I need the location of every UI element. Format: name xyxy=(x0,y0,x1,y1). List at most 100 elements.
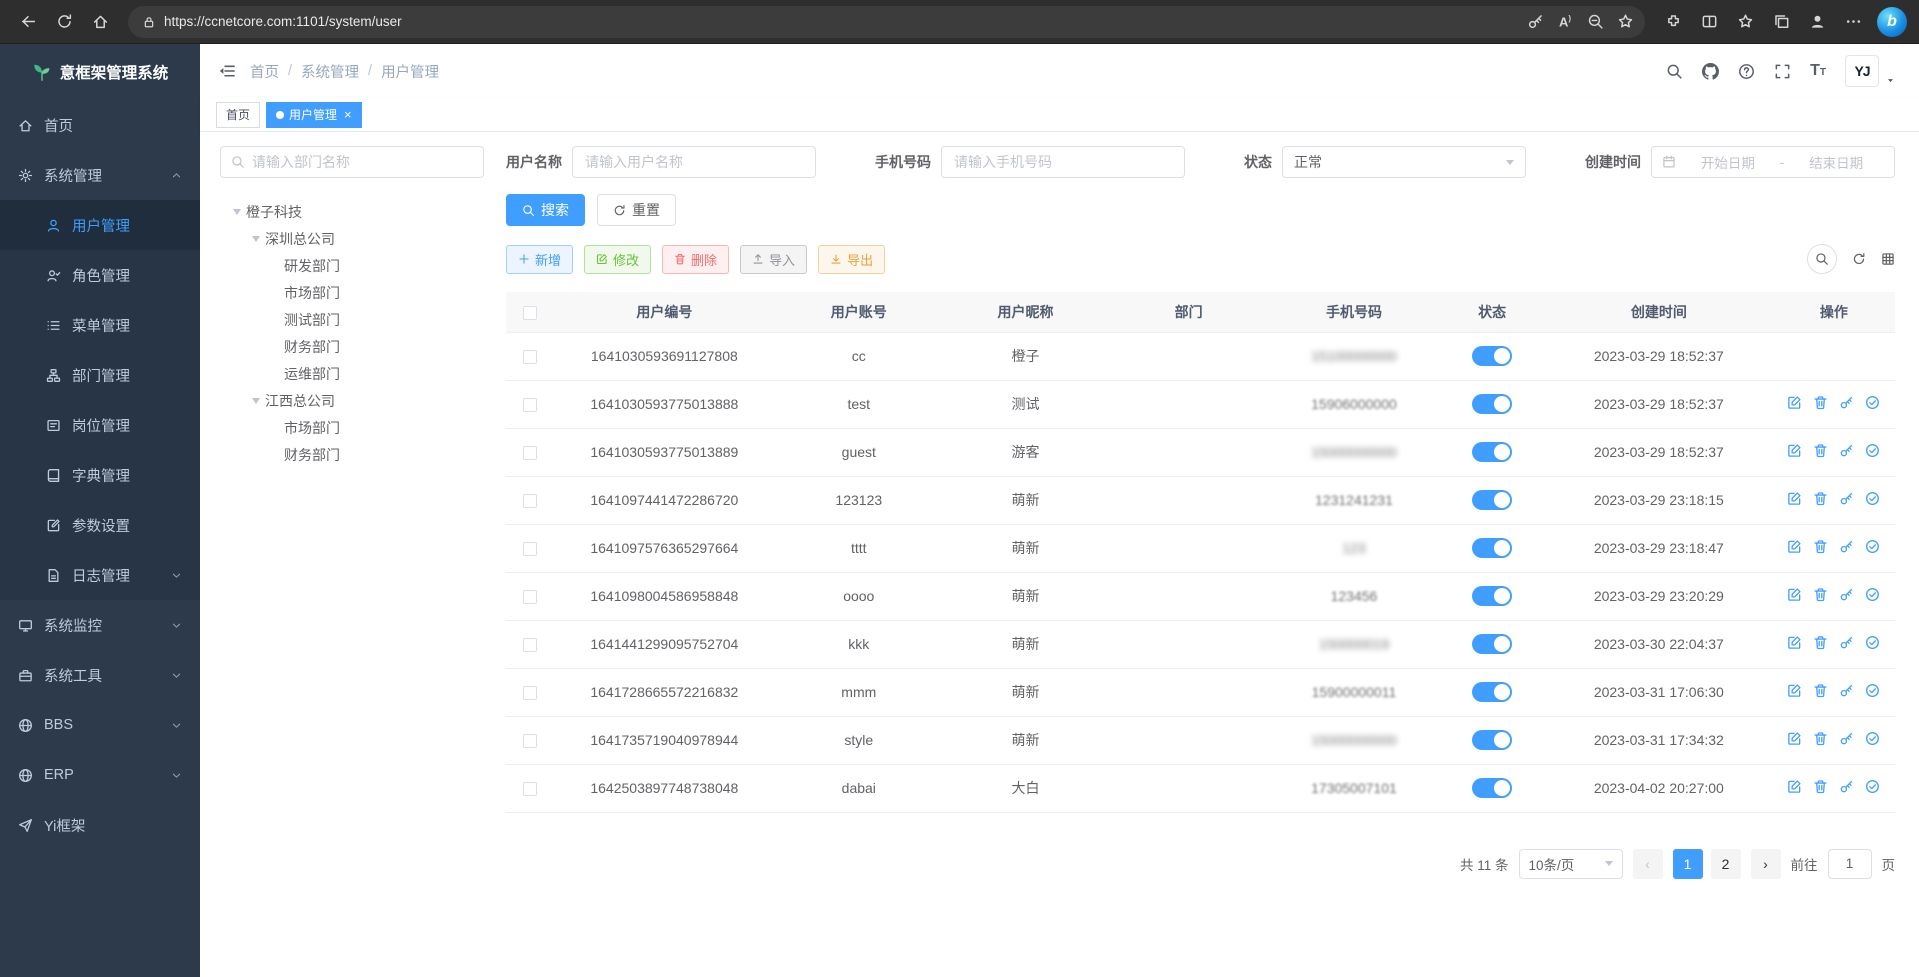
phone-input[interactable] xyxy=(941,146,1185,178)
reset-password-icon[interactable] xyxy=(1839,587,1854,602)
table-row[interactable]: 1641098004586958848 oooo 萌新 123456 2023-… xyxy=(506,572,1895,620)
sidebar-item[interactable]: 系统工具 xyxy=(0,650,200,700)
row-checkbox[interactable] xyxy=(523,446,537,460)
row-checkbox[interactable] xyxy=(523,350,537,364)
reset-password-icon[interactable] xyxy=(1839,491,1854,506)
refresh-icon[interactable] xyxy=(48,6,80,38)
reset-password-icon[interactable] xyxy=(1839,395,1854,410)
row-checkbox[interactable] xyxy=(523,398,537,412)
dept-search-input[interactable] xyxy=(252,154,473,170)
status-select[interactable]: 正常 xyxy=(1282,146,1526,178)
search-icon[interactable] xyxy=(1666,63,1683,80)
delete-icon[interactable] xyxy=(1813,731,1828,746)
sidebar-item[interactable]: 首页 xyxy=(0,100,200,150)
split-screen-icon[interactable] xyxy=(1693,6,1725,38)
reset-password-icon[interactable] xyxy=(1839,443,1854,458)
sidebar-item[interactable]: 菜单管理 xyxy=(0,300,200,350)
assign-role-icon[interactable] xyxy=(1865,683,1880,698)
delete-icon[interactable] xyxy=(1813,779,1828,794)
breadcrumb-item[interactable]: 首页 / xyxy=(250,61,301,82)
page-number-button[interactable]: 1 xyxy=(1673,849,1703,879)
assign-role-icon[interactable] xyxy=(1865,443,1880,458)
reset-password-icon[interactable] xyxy=(1839,635,1854,650)
sidebar-item[interactable]: 参数设置 xyxy=(0,500,200,550)
tree-node[interactable]: 江西总公司 xyxy=(220,387,484,414)
help-icon[interactable] xyxy=(1738,63,1755,80)
toggle-search-button[interactable] xyxy=(1807,244,1837,274)
table-row[interactable]: 1641735719040978944 style 萌新 15000000000… xyxy=(506,716,1895,764)
table-row[interactable]: 1641097441472286720 123123 萌新 1231241231… xyxy=(506,476,1895,524)
assign-role-icon[interactable] xyxy=(1865,491,1880,506)
tree-node[interactable]: 市场部门 xyxy=(220,414,484,441)
delete-icon[interactable] xyxy=(1813,587,1828,602)
tree-node[interactable]: 橙子科技 xyxy=(220,198,484,225)
tab[interactable]: 用户管理 × xyxy=(266,102,362,128)
tree-node[interactable]: 运维部门 xyxy=(220,360,484,387)
reset-password-icon[interactable] xyxy=(1839,731,1854,746)
password-icon[interactable] xyxy=(1521,8,1549,36)
table-row[interactable]: 1641030593775013889 guest 游客 15000000000… xyxy=(506,428,1895,476)
collections-icon[interactable] xyxy=(1765,6,1797,38)
sidebar-item[interactable]: 岗位管理 xyxy=(0,400,200,450)
tab-close-icon[interactable]: × xyxy=(344,108,352,121)
row-checkbox[interactable] xyxy=(523,542,537,556)
font-size-icon[interactable]: TT xyxy=(1810,63,1826,79)
table-row[interactable]: 1642503897748738048 dabai 大白 17305007101… xyxy=(506,764,1895,812)
sidebar-item[interactable]: 字典管理 xyxy=(0,450,200,500)
tab[interactable]: 首页 xyxy=(216,102,260,128)
status-toggle[interactable] xyxy=(1472,730,1512,750)
row-checkbox[interactable] xyxy=(523,638,537,652)
breadcrumb-item[interactable]: 系统管理 / xyxy=(301,61,381,82)
extensions-icon[interactable] xyxy=(1657,6,1689,38)
row-checkbox[interactable] xyxy=(523,782,537,796)
page-size-select[interactable]: 10条/页 xyxy=(1519,849,1623,879)
select-all-checkbox[interactable] xyxy=(523,306,537,320)
edit-icon[interactable] xyxy=(1787,635,1802,650)
edit-icon[interactable] xyxy=(1787,395,1802,410)
address-bar[interactable]: https://ccnetcore.com:1101/system/user A… xyxy=(128,6,1645,38)
edit-icon[interactable] xyxy=(1787,731,1802,746)
sidebar-item[interactable]: 日志管理 xyxy=(0,550,200,600)
tree-node[interactable]: 研发部门 xyxy=(220,252,484,279)
sidebar-item[interactable]: 部门管理 xyxy=(0,350,200,400)
assign-role-icon[interactable] xyxy=(1865,539,1880,554)
row-checkbox[interactable] xyxy=(523,734,537,748)
status-toggle[interactable] xyxy=(1472,634,1512,654)
table-row[interactable]: 1641097576365297664 tttt 萌新 123 2023-03-… xyxy=(506,524,1895,572)
row-checkbox[interactable] xyxy=(523,590,537,604)
date-range-picker[interactable]: 开始日期 - 结束日期 xyxy=(1651,146,1895,178)
home-icon[interactable] xyxy=(84,6,116,38)
prev-page-button[interactable]: ‹ xyxy=(1633,849,1663,879)
tree-node[interactable]: 财务部门 xyxy=(220,333,484,360)
github-icon[interactable] xyxy=(1702,63,1719,80)
back-icon[interactable] xyxy=(12,6,44,38)
status-toggle[interactable] xyxy=(1472,346,1512,366)
toolbar-button[interactable]: 导出 xyxy=(818,245,885,274)
delete-icon[interactable] xyxy=(1813,635,1828,650)
username-input[interactable] xyxy=(572,146,816,178)
edit-icon[interactable] xyxy=(1787,539,1802,554)
search-button[interactable]: 搜索 xyxy=(506,194,585,226)
edit-icon[interactable] xyxy=(1787,443,1802,458)
breadcrumb-item[interactable]: 用户管理 xyxy=(381,61,439,82)
favorites-bar-icon[interactable] xyxy=(1729,6,1761,38)
assign-role-icon[interactable] xyxy=(1865,779,1880,794)
row-checkbox[interactable] xyxy=(523,686,537,700)
assign-role-icon[interactable] xyxy=(1865,395,1880,410)
status-toggle[interactable] xyxy=(1472,442,1512,462)
assign-role-icon[interactable] xyxy=(1865,587,1880,602)
delete-icon[interactable] xyxy=(1813,539,1828,554)
user-avatar[interactable]: YJ xyxy=(1845,55,1879,87)
favorite-star-icon[interactable] xyxy=(1611,8,1639,36)
browser-profile-avatar[interactable] xyxy=(1801,6,1833,38)
tree-node[interactable]: 深圳总公司 xyxy=(220,225,484,252)
table-row[interactable]: 1641441299095752704 kkk 萌新 150000019 202… xyxy=(506,620,1895,668)
sidebar-item[interactable]: 用户管理 xyxy=(0,200,200,250)
zoom-icon[interactable] xyxy=(1581,8,1609,36)
reset-password-icon[interactable] xyxy=(1839,539,1854,554)
status-toggle[interactable] xyxy=(1472,490,1512,510)
collapse-sidebar-icon[interactable] xyxy=(218,62,236,80)
table-row[interactable]: 1641030593691127808 cc 橙子 15100000000 20… xyxy=(506,332,1895,380)
row-checkbox[interactable] xyxy=(523,494,537,508)
reset-button[interactable]: 重置 xyxy=(597,194,676,226)
